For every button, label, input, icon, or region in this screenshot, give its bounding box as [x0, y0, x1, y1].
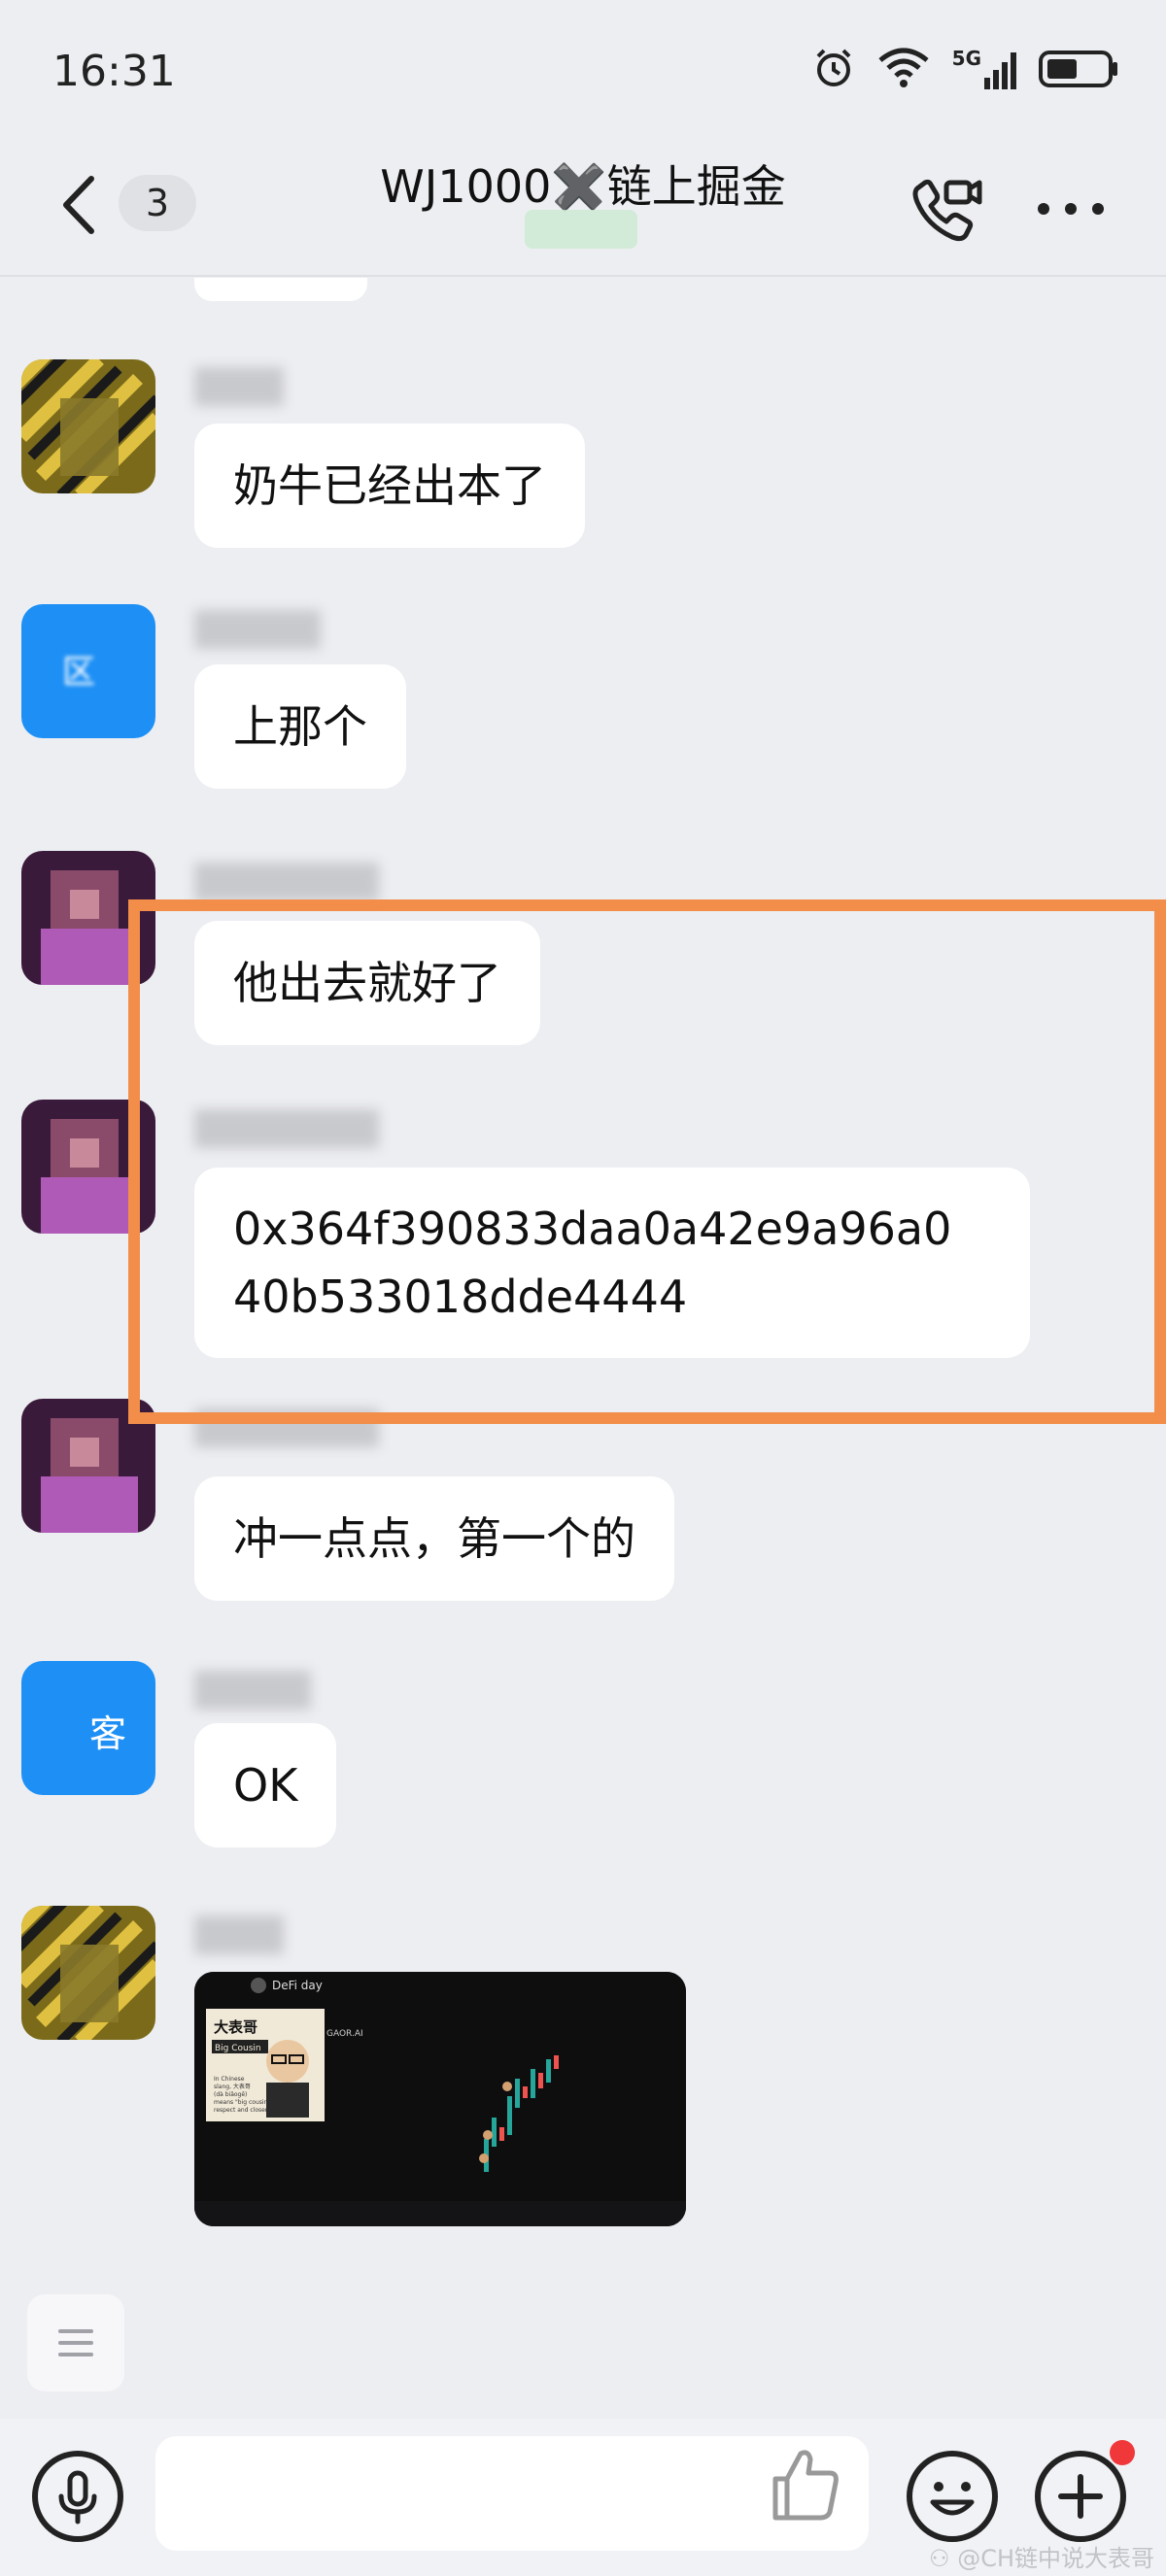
highlight-annotation-box — [128, 899, 1166, 1424]
thumbs-up-icon[interactable] — [760, 2440, 847, 2527]
meme-subtitle: Big Cousin — [215, 2044, 261, 2053]
message-bubble[interactable]: OK — [194, 1723, 337, 1847]
avatar[interactable]: 客 — [21, 1661, 155, 1795]
voice-input-icon[interactable] — [29, 2448, 126, 2545]
watermark: ⚇ @CH链中说大表哥 — [929, 2545, 1154, 2572]
avatar[interactable]: 区 — [21, 604, 155, 738]
message-bubble[interactable]: 奶牛已经出本了 — [194, 424, 585, 548]
thumb-app-title: DeFi day — [272, 1979, 323, 1992]
meme-caption-3: (dà biǎogē) — [214, 2091, 247, 2098]
previous-message-bubble — [194, 278, 367, 301]
member-status-badge — [525, 210, 637, 249]
wifi-icon — [878, 48, 929, 87]
status-time: 16:31 — [52, 47, 176, 96]
meme-caption-2: slang, 大表哥 — [214, 2083, 251, 2090]
menu-lines-icon — [58, 2329, 93, 2356]
sender-name-blurred — [194, 1671, 311, 1710]
chart-screenshot-thumbnail: DeFi day GAOR.AI 大表哥 Big Cousin In Chine… — [194, 1972, 686, 2226]
emoji-icon[interactable] — [904, 2448, 1001, 2545]
chat-input-bar: ⚇ @CH链中说大表哥 — [0, 2419, 1166, 2576]
network-label: 5G — [951, 47, 981, 70]
chat-header: 3 WJ1000✖️链上掘金 — [0, 146, 1166, 277]
avatar[interactable] — [21, 359, 155, 493]
battery-icon — [1039, 51, 1117, 87]
chat-title[interactable]: WJ1000✖️链上掘金 — [0, 152, 1166, 216]
avatar-text: 客 — [89, 1712, 127, 1755]
alarm-icon — [816, 49, 851, 86]
thumb-ticker: GAOR.AI — [326, 2029, 363, 2039]
meme-caption-1: In Chinese — [214, 2076, 245, 2083]
status-icons: 5G — [812, 47, 1119, 89]
quick-menu-button[interactable] — [27, 2294, 124, 2391]
message-bubble[interactable]: 冲一点点，第一个的 — [194, 1476, 674, 1601]
sender-name-blurred — [194, 863, 379, 901]
more-options-icon[interactable] — [1030, 185, 1112, 233]
avatar-text: 区 — [62, 653, 95, 692]
sender-name-blurred — [194, 367, 284, 406]
notification-dot — [1110, 2440, 1135, 2465]
sender-name-blurred — [194, 1915, 284, 1954]
sender-name-blurred — [194, 610, 321, 649]
image-message[interactable]: DeFi day GAOR.AI 大表哥 Big Cousin In Chine… — [194, 1972, 686, 2226]
message-bubble[interactable]: 上那个 — [194, 664, 406, 789]
meme-title: 大表哥 — [214, 2018, 257, 2036]
signal-5g-icon: 5G — [952, 47, 1016, 89]
status-bar: 16:31 5G — [0, 0, 1166, 146]
video-call-icon[interactable] — [904, 169, 985, 251]
avatar[interactable] — [21, 1906, 155, 2040]
